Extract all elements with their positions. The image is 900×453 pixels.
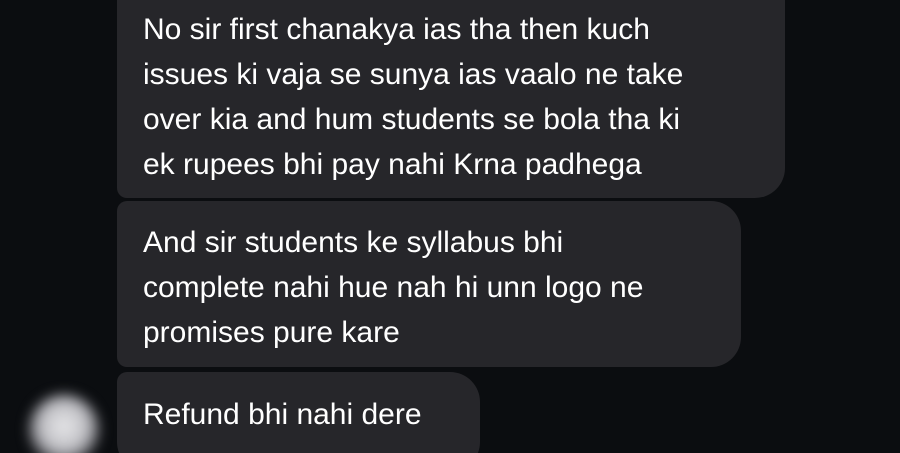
chat-conversation: No sir first chanakya ias tha then kuch … <box>0 0 900 453</box>
message-bubble[interactable]: And sir students ke syllabus bhi complet… <box>117 201 741 367</box>
message-bubble[interactable]: Refund bhi nahi dere <box>117 372 480 453</box>
sender-avatar-icon[interactable] <box>28 394 100 453</box>
message-bubble[interactable]: No sir first chanakya ias tha then kuch … <box>117 0 785 198</box>
